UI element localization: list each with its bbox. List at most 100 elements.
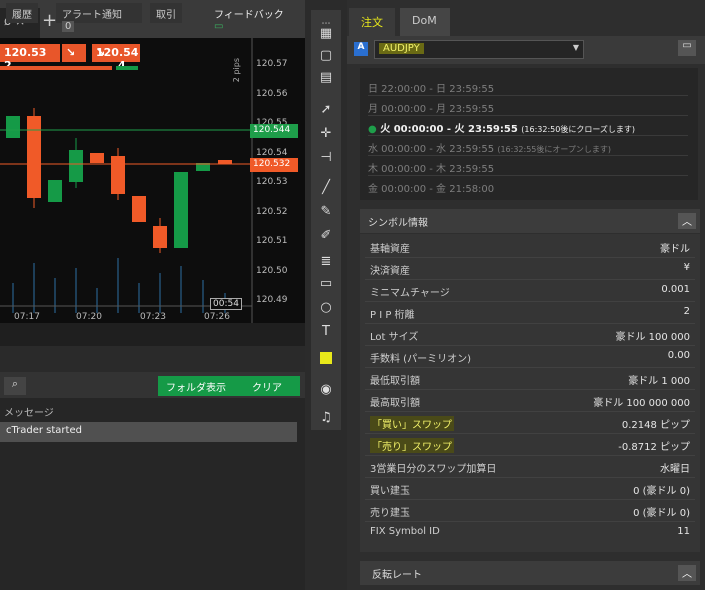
price-tick: 120.51 [256,236,288,246]
price-tick: 120.57 [256,59,288,69]
buy-volume-bar [116,66,138,70]
price-tick: 120.56 [256,88,288,99]
trend-line-icon[interactable]: ╱ [311,176,341,200]
chevron-down-icon: ▼ [572,43,579,52]
info-row: P I P 桁離 2 [365,302,695,324]
info-row: Lot サイズ 豪ドル 100 000 [365,324,695,346]
info-value: 豪ドル 100 000 000 [593,398,690,409]
volume-bars [12,258,226,313]
marker-icon[interactable]: ✐ [311,224,341,248]
tab-alerts[interactable]: アラート通知 0 [56,3,142,32]
info-value: -0.8712 ピップ [618,442,690,453]
ask-price-label: 120.544 [250,124,298,138]
schedule-row: 月 00:00:00 - 月 23:59:55 [368,96,688,116]
buy-price-button[interactable]: 120.54 4 [96,44,140,72]
ellipse-icon[interactable]: ○ [311,296,341,320]
time-tick: 07:20 [76,312,102,322]
info-value: 0 (豪ドル 0) [633,486,690,497]
collapse-icon[interactable]: ︿ [678,565,696,581]
price-tick: 120.52 [256,206,288,217]
info-row: 買い建玉 0 (豪ドル 0) [365,478,695,500]
search-icon[interactable]: ⌕ [4,377,26,395]
price-tick: 120.49 [256,295,288,305]
info-value: 0 (豪ドル 0) [633,508,690,519]
schedule-row: 日 22:00:00 - 日 23:59:55 [368,76,688,96]
info-key: 手数料 (パーミリオン) [370,354,471,365]
single-chart-icon[interactable]: ▢ [311,44,341,68]
info-key: 「買い」スワップ [370,416,454,431]
info-key: 最高取引額 [370,398,420,409]
fibonacci-icon[interactable]: ≣ [311,250,341,274]
info-value: ¥ [683,262,690,273]
info-row: 最低取引額 豪ドル 1 000 [365,368,695,390]
sell-volume-bar [0,66,112,70]
info-key: 3営業日分のスワップ加算日 [370,464,497,475]
bell-icon[interactable]: ♫ [311,406,341,430]
info-row: 決済資産 ¥ [365,258,695,280]
schedule-row: 水 00:00:00 - 水 23:59:55 (16:32:55後にオープンし… [368,136,688,156]
info-key: 基軸資産 [370,244,410,255]
info-key: FIX Symbol ID [370,526,440,537]
tab-history[interactable]: 履歴 [6,3,38,23]
price-tick: 120.50 [256,265,288,276]
info-value: 0.00 [667,350,690,361]
add-tab-button[interactable]: + [42,10,57,31]
layout-grid-icon[interactable]: ▦ [311,22,341,46]
info-row: 基軸資産 豪ドル [365,236,695,258]
tab-dom[interactable]: DoM [400,8,450,36]
horizontal-line-icon[interactable]: ⊣ [311,146,341,170]
clear-button[interactable]: クリア [234,376,300,396]
pen-icon[interactable]: ✎ [311,200,341,224]
info-value: 11 [677,526,690,537]
candle [218,160,232,164]
symbol-badge: A [354,42,368,56]
info-value: 豪ドル 1 000 [628,376,690,387]
schedule-active-text: 火 00:00:00 - 火 23:59:55 [380,124,518,135]
time-tick: 07:17 [14,312,40,322]
text-icon[interactable]: T [311,320,341,344]
schedule-row: 木 00:00:00 - 木 23:59:55 [368,156,688,176]
show-folder-button[interactable]: フォルダ表示 [158,376,234,396]
collapse-icon[interactable]: ︿ [678,213,696,229]
tab-alerts-label: アラート通知 [62,10,122,21]
sell-icon[interactable]: ↘ [62,44,86,62]
cursor-icon[interactable]: ➚ [311,98,341,122]
camera-icon[interactable]: ◉ [311,378,341,402]
info-value: 2 [683,306,690,317]
info-value: 豪ドル [660,244,690,255]
split-chart-icon[interactable]: ▤ [311,66,341,90]
active-dot-icon: ● [368,124,377,135]
crosshair-icon[interactable]: ✛ [311,122,341,146]
info-value: 豪ドル 100 000 [615,332,690,343]
info-key: ミニマムチャージ [370,288,450,299]
color-swatch-icon[interactable] [320,352,332,364]
info-key: Lot サイズ [370,332,419,343]
bid-price-label: 120.532 [250,158,298,172]
symbol-name: AUDJPY [379,43,424,54]
tab-order[interactable]: 注文 [349,8,395,36]
tab-feedback[interactable]: フィードバック ▭ [208,3,300,32]
info-key: 決済資産 [370,266,410,277]
symbol-select[interactable]: AUDJPY ▼ [374,40,584,59]
info-card-icon[interactable]: ▭ [678,40,696,56]
candle [132,196,146,222]
schedule-note: (16:32:50後にクローズします) [521,125,636,134]
price-tick: 120.53 [256,177,288,187]
info-row: 「買い」スワップ 0.2148 ピップ [365,412,695,434]
info-key: 売り建玉 [370,508,410,519]
alerts-count-badge: 0 [62,21,75,32]
candle-countdown: 00:54 [210,298,242,310]
log-column-header: メッセージ [4,408,54,419]
schedule-row-active: ● 火 00:00:00 - 火 23:59:55 (16:32:50後にクロー… [368,116,688,136]
tab-trade[interactable]: 取引 [150,3,182,23]
info-row: FIX Symbol ID 11 [365,522,695,544]
info-key: P I P 桁離 [370,310,415,321]
log-row[interactable]: cTrader started [0,422,297,442]
schedule-text: 水 00:00:00 - 水 23:59:55 [368,144,495,155]
rectangle-icon[interactable]: ▭ [311,272,341,296]
info-row: 売り建玉 0 (豪ドル 0) [365,500,695,522]
info-row: 「売り」スワップ -0.8712 ピップ [365,434,695,456]
candle [174,172,188,248]
schedule-row: 金 00:00:00 - 金 21:58:00 [368,184,495,195]
sell-price-button[interactable]: 120.53 2 [0,44,60,72]
